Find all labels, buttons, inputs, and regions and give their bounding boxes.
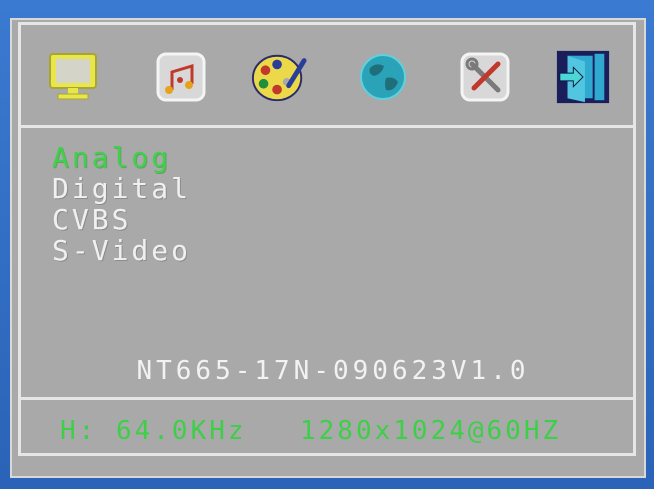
- horizontal-frequency: H: 64.0KHz: [60, 416, 247, 446]
- menu-item-analog[interactable]: Analog: [52, 142, 191, 173]
- tools-icon[interactable]: [456, 48, 514, 106]
- input-source-menu: Analog Digital CVBS S-Video: [52, 142, 191, 266]
- exit-icon[interactable]: [554, 48, 612, 106]
- resolution-readout: 1280x1024@60HZ: [300, 416, 562, 446]
- monitor-icon[interactable]: [44, 48, 102, 106]
- menu-item-s-video[interactable]: S-Video: [52, 235, 191, 266]
- globe-icon[interactable]: [354, 48, 412, 106]
- menu-item-digital[interactable]: Digital: [52, 173, 191, 204]
- osd-icon-bar: [40, 40, 630, 120]
- audio-icon[interactable]: [152, 48, 210, 106]
- palette-icon[interactable]: [250, 48, 308, 106]
- firmware-version: NT665-17N-090623V1.0: [136, 356, 530, 386]
- menu-item-cvbs[interactable]: CVBS: [52, 204, 191, 235]
